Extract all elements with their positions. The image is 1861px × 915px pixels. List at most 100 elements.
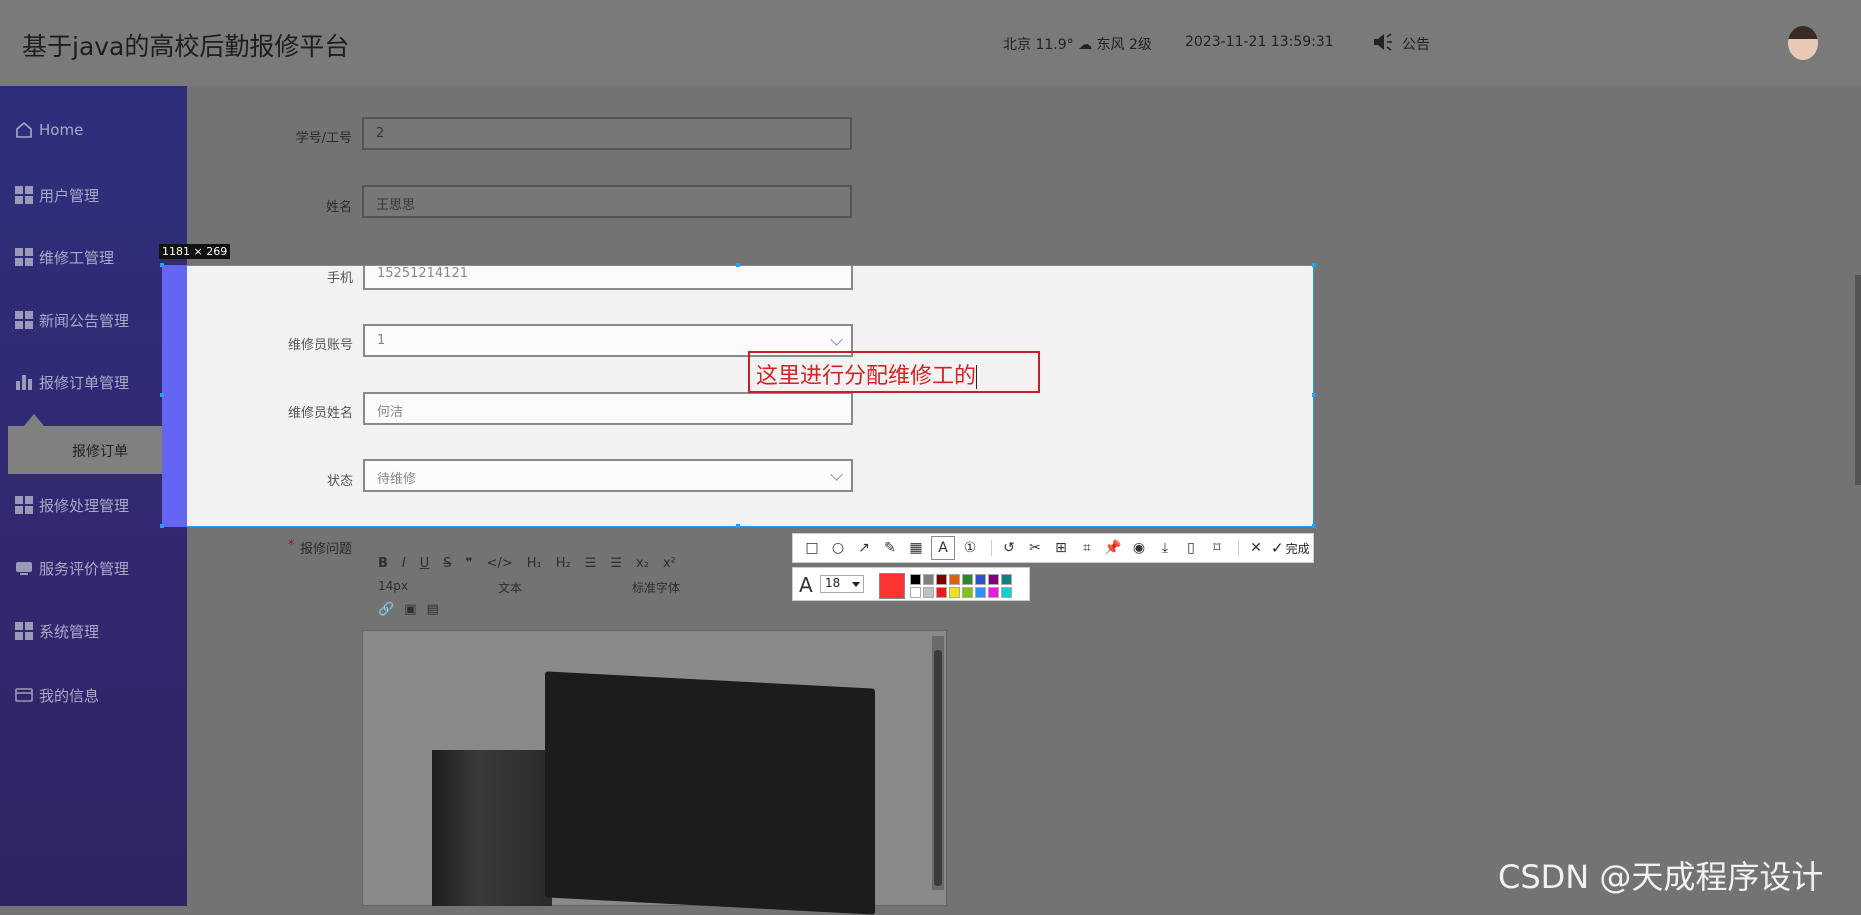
sidebar-item-profile[interactable]: 我的信息 — [15, 683, 99, 707]
quote-button[interactable]: ❞ — [466, 556, 473, 571]
caret-down-icon — [852, 582, 860, 587]
text-type-select[interactable]: 文本 — [498, 579, 522, 596]
select-value: 待维修 — [377, 472, 417, 487]
bold-button[interactable]: B — [378, 556, 388, 571]
submenu-item-orders[interactable]: 报修订单 — [72, 441, 128, 461]
h1-button[interactable]: H₁ — [527, 556, 542, 571]
resize-handle[interactable] — [160, 393, 164, 397]
color-swatch[interactable] — [962, 574, 973, 585]
bar-chart-icon — [16, 375, 32, 390]
number-icon[interactable]: ① — [959, 537, 981, 559]
speaker-icon[interactable] — [1372, 32, 1394, 52]
page-scrollbar[interactable] — [1855, 275, 1861, 485]
bullet-list-button[interactable]: ☰ — [610, 556, 622, 571]
color-swatch[interactable] — [962, 587, 973, 598]
sidebar-item-label: 维修工管理 — [39, 248, 115, 267]
repairman-name-input[interactable]: 何洁 — [363, 392, 853, 425]
monitor-image — [545, 671, 875, 915]
color-swatch[interactable] — [923, 574, 934, 585]
sidebar-item-home[interactable]: Home — [15, 118, 83, 142]
color-swatch[interactable] — [949, 587, 960, 598]
sidebar-item-users[interactable]: 用户管理 — [15, 183, 99, 207]
grid-icon — [15, 496, 33, 514]
done-label: 完成 — [1285, 541, 1310, 556]
translate-icon[interactable]: ⊞ — [1050, 537, 1072, 559]
font-size-select[interactable]: 14px — [378, 579, 408, 596]
editor-scroll-thumb[interactable] — [934, 650, 942, 886]
sidebar: Home 用户管理 维修工管理 新闻公告管理 报修订单管理 报修处理管理 服务评… — [0, 86, 187, 906]
resize-handle[interactable] — [736, 524, 740, 528]
resize-handle[interactable] — [1312, 393, 1316, 397]
italic-button[interactable]: I — [402, 556, 406, 571]
underline-button[interactable]: U — [420, 556, 430, 571]
text-style-bar: A 18 — [792, 567, 1030, 601]
text-tool-icon[interactable]: A — [931, 536, 955, 560]
scissors-icon[interactable]: ✂ — [1024, 537, 1046, 559]
monitor-icon — [16, 562, 32, 575]
text-annotation[interactable]: 这里进行分配维修工的 — [748, 351, 1040, 393]
h2-button[interactable]: H₂ — [556, 556, 571, 571]
resize-handle[interactable] — [1312, 263, 1316, 267]
sidebar-item-repairmen[interactable]: 维修工管理 — [15, 245, 114, 269]
resize-handle[interactable] — [160, 524, 164, 528]
sidebar-item-label: 我的信息 — [39, 686, 100, 705]
record-icon[interactable]: ◉ — [1128, 537, 1150, 559]
image-icon[interactable]: ▣ — [404, 602, 416, 617]
color-swatch[interactable] — [949, 574, 960, 585]
video-icon[interactable]: ▤ — [426, 602, 438, 617]
color-swatch[interactable] — [1001, 587, 1012, 598]
rectangle-icon[interactable]: □ — [801, 537, 823, 559]
color-swatch[interactable] — [936, 574, 947, 585]
pencil-icon[interactable]: ✎ — [879, 537, 901, 559]
arrow-icon[interactable]: ↗ — [853, 537, 875, 559]
sidebar-item-processing[interactable]: 报修处理管理 — [15, 493, 129, 517]
name-input[interactable]: 王思思 — [362, 185, 852, 218]
select-value: 1 — [377, 333, 386, 348]
superscript-button[interactable]: x² — [663, 556, 676, 571]
download-icon[interactable]: ⤓ — [1154, 537, 1176, 559]
current-color-swatch[interactable] — [879, 573, 905, 599]
status-select[interactable]: 待维修 — [363, 459, 853, 492]
color-swatch[interactable] — [975, 574, 986, 585]
color-swatch[interactable] — [936, 587, 947, 598]
bookmark-icon[interactable]: ⌑ — [1206, 537, 1228, 559]
done-button[interactable]: ✓ 完成 — [1271, 539, 1310, 557]
notice-link[interactable]: 公告 — [1402, 34, 1430, 54]
color-swatch[interactable] — [1001, 574, 1012, 585]
ellipse-icon[interactable]: ○ — [827, 537, 849, 559]
phone-icon[interactable]: ▯ — [1180, 537, 1202, 559]
student-id-input[interactable]: 2 — [362, 117, 852, 150]
code-button[interactable]: </> — [487, 556, 513, 571]
ordered-list-button[interactable]: ☰ — [585, 556, 597, 571]
ocr-icon[interactable]: ⌗ — [1076, 537, 1098, 559]
phone-input[interactable]: 15251214121 — [363, 266, 853, 290]
color-swatch[interactable] — [923, 587, 934, 598]
sidebar-item-system[interactable]: 系统管理 — [15, 619, 99, 643]
mosaic-icon[interactable]: ▦ — [905, 537, 927, 559]
color-swatch[interactable] — [910, 574, 921, 585]
strike-button[interactable]: S — [443, 556, 451, 571]
resize-handle[interactable] — [1312, 524, 1316, 528]
color-swatch[interactable] — [988, 587, 999, 598]
pin-icon[interactable]: 📌 — [1102, 537, 1124, 559]
sidebar-item-news[interactable]: 新闻公告管理 — [15, 308, 129, 332]
capture-selection[interactable]: 手机 15251214121 维修员账号 1 维修员姓名 何洁 状态 待维修 — [162, 265, 1314, 527]
color-swatch[interactable] — [988, 574, 999, 585]
sidebar-item-reviews[interactable]: 服务评价管理 — [15, 556, 129, 580]
font-family-select[interactable]: 标准字体 — [632, 579, 680, 596]
close-icon[interactable]: ✕ — [1245, 537, 1267, 559]
sidebar-item-label: 系统管理 — [39, 622, 100, 641]
annotation-text: 这里进行分配维修工的 — [756, 364, 977, 389]
undo-icon[interactable]: ↺ — [998, 537, 1020, 559]
capture-toolbar: □ ○ ↗ ✎ ▦ A ① ↺ ✂ ⊞ ⌗ 📌 ◉ ⤓ ▯ ⌑ ✕ ✓ 完成 — [792, 533, 1314, 563]
subscript-button[interactable]: x₂ — [636, 556, 649, 571]
color-swatch[interactable] — [975, 587, 986, 598]
link-icon[interactable]: 🔗 — [378, 602, 394, 617]
resize-handle[interactable] — [736, 263, 740, 267]
grid-icon — [15, 622, 33, 640]
sidebar-item-orders[interactable]: 报修订单管理 — [15, 370, 129, 394]
color-swatch[interactable] — [910, 587, 921, 598]
avatar[interactable] — [1788, 26, 1818, 60]
resize-handle[interactable] — [160, 263, 164, 267]
sidebar-item-label: Home — [39, 121, 84, 139]
